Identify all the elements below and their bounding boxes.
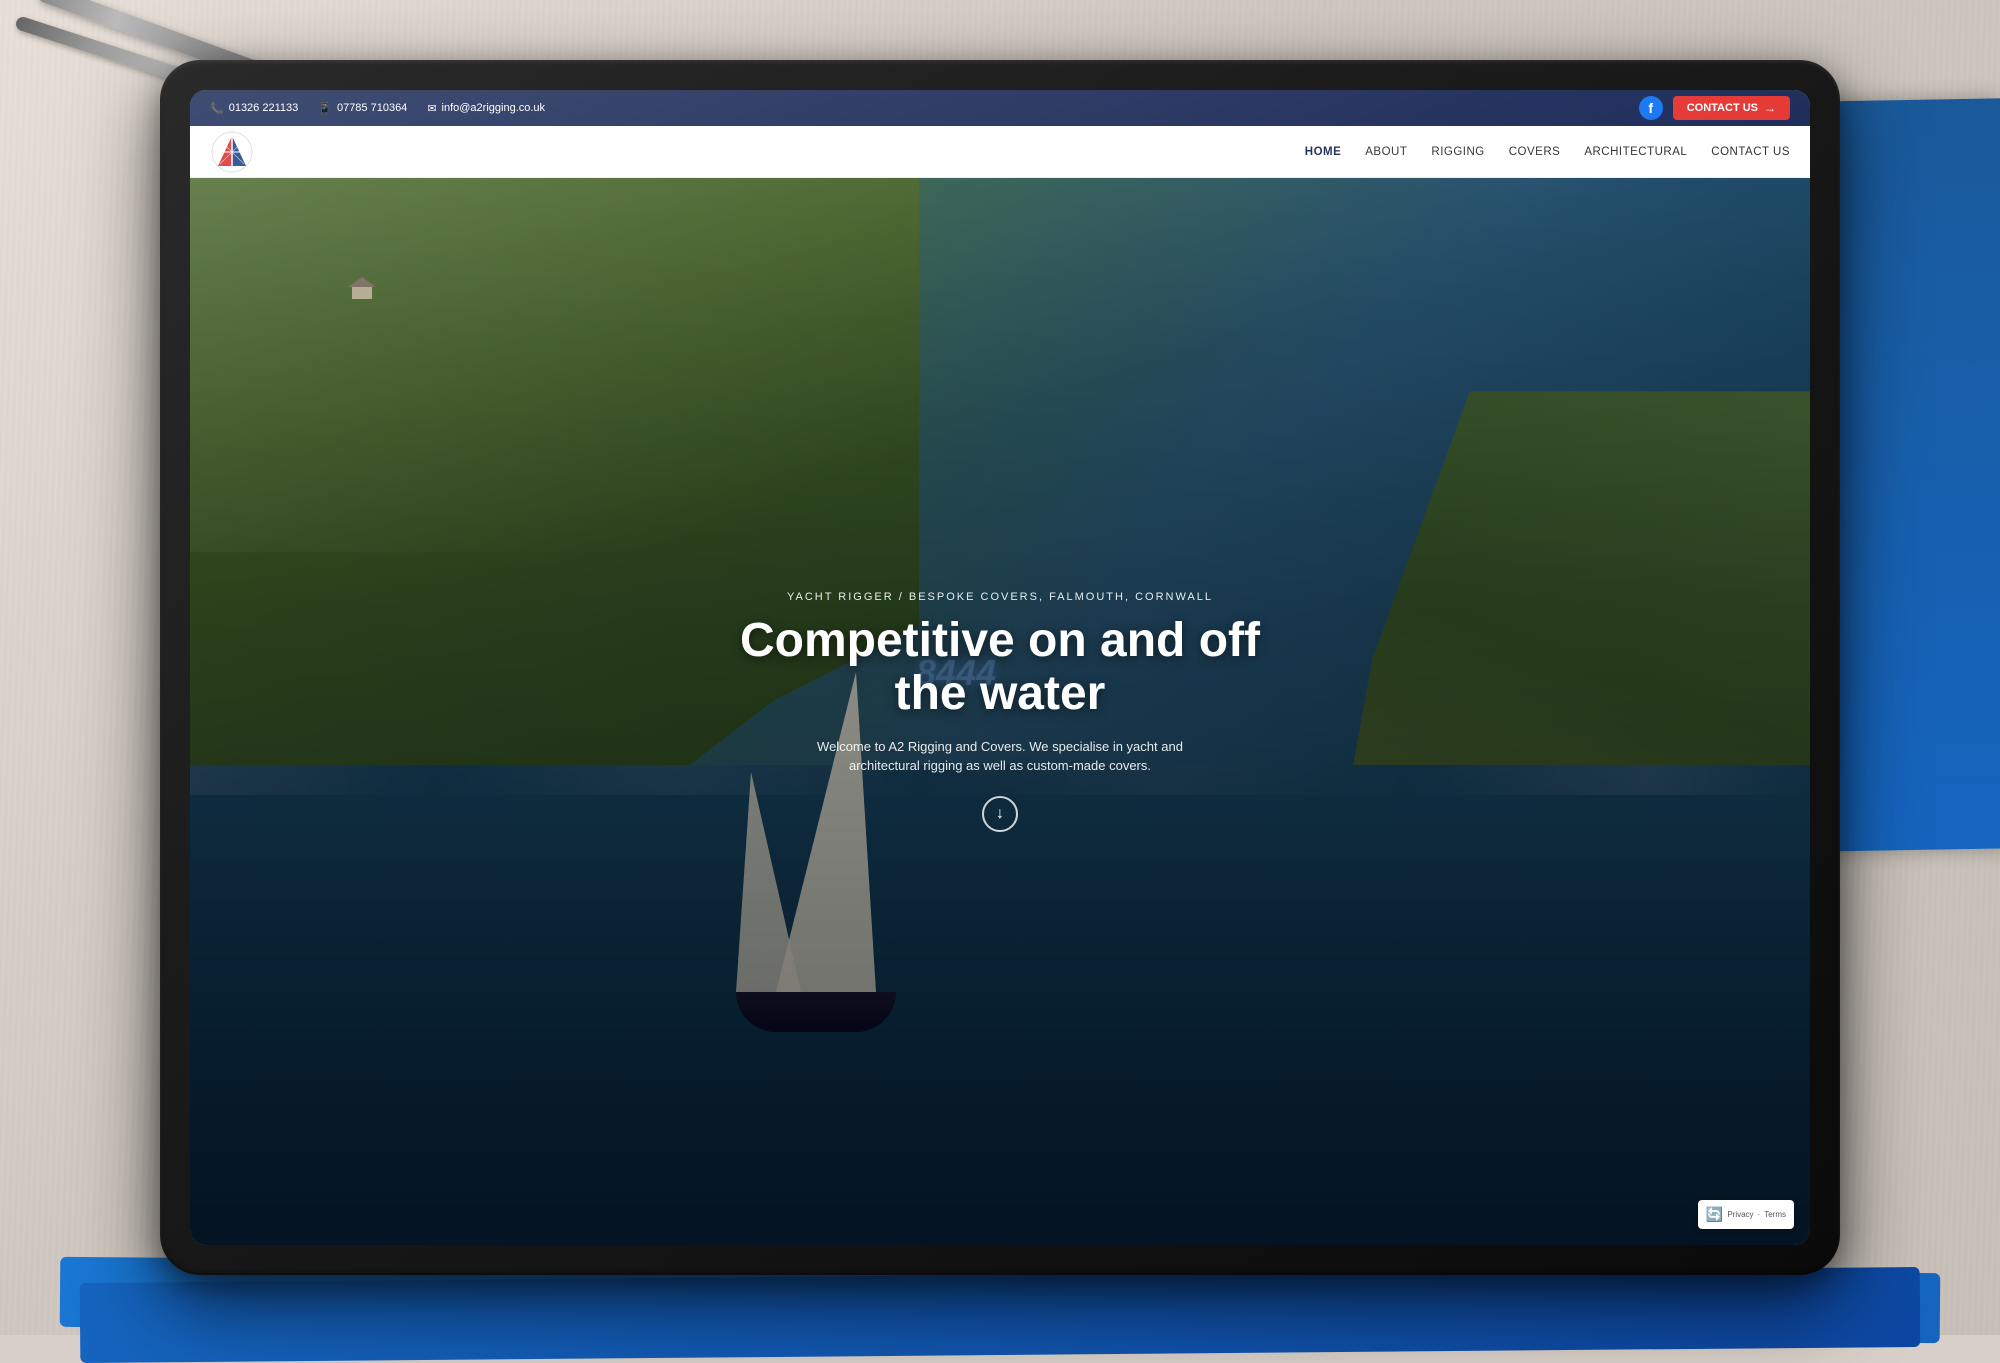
nav-contact[interactable]: CONTACT US: [1711, 146, 1790, 158]
mobile-icon: [318, 102, 332, 115]
recaptcha-icon: 🔄: [1706, 1206, 1723, 1223]
recaptcha-privacy: Privacy: [1727, 1210, 1753, 1219]
contact-btn-label: CONTACT US: [1687, 102, 1758, 114]
website-content: 01326 221133 07785 710364 info@a2rigging…: [190, 90, 1810, 1245]
phone-icon: [210, 102, 224, 115]
mobile-item: 07785 710364: [318, 102, 407, 115]
top-bar-left: 01326 221133 07785 710364 info@a2rigging…: [210, 102, 545, 115]
top-bar: 01326 221133 07785 710364 info@a2rigging…: [190, 90, 1810, 126]
scroll-down-button[interactable]: ↓: [982, 796, 1018, 832]
nav-bar: HOME ABOUT RIGGING COVERS ARCHITECTURAL …: [190, 126, 1810, 178]
hero-subtitle: YACHT RIGGER / BESPOKE COVERS, FALMOUTH,…: [787, 591, 1213, 603]
nav-rigging[interactable]: RIGGING: [1431, 146, 1484, 158]
nav-architectural[interactable]: ARCHITECTURAL: [1584, 146, 1687, 158]
top-bar-right: f CONTACT US: [1639, 96, 1790, 120]
nav-covers[interactable]: COVERS: [1509, 146, 1561, 158]
email-address: info@a2rigging.co.uk: [442, 102, 546, 114]
phone-number: 01326 221133: [229, 102, 299, 114]
hero-content: YACHT RIGGER / BESPOKE COVERS, FALMOUTH,…: [190, 178, 1810, 1245]
recaptcha-terms: Terms: [1764, 1210, 1786, 1219]
arrow-icon: [1764, 101, 1776, 115]
hero-description: Welcome to A2 Rigging and Covers. We spe…: [790, 737, 1210, 776]
email-icon: [427, 102, 436, 115]
facebook-icon[interactable]: f: [1639, 96, 1663, 120]
tablet-screen: 01326 221133 07785 710364 info@a2rigging…: [190, 90, 1810, 1245]
nav-about[interactable]: ABOUT: [1365, 146, 1407, 158]
nav-links: HOME ABOUT RIGGING COVERS ARCHITECTURAL …: [1305, 146, 1790, 158]
phone-item: 01326 221133: [210, 102, 298, 115]
hero-title: Competitive on and off the water: [700, 615, 1300, 721]
email-item: info@a2rigging.co.uk: [427, 102, 545, 115]
mobile-number: 07785 710364: [337, 102, 407, 114]
recaptcha-separator: ·: [1758, 1210, 1761, 1219]
contact-us-button[interactable]: CONTACT US: [1673, 96, 1790, 120]
nav-home[interactable]: HOME: [1305, 146, 1342, 158]
tablet-frame: 01326 221133 07785 710364 info@a2rigging…: [160, 60, 1840, 1275]
logo-area: [210, 130, 254, 174]
scroll-icon: ↓: [996, 805, 1004, 823]
recaptcha-badge: 🔄 Privacy · Terms: [1698, 1200, 1794, 1229]
logo-svg: [210, 130, 254, 174]
hero-section: 8444 YACHT RIGGER / BESPOKE COVERS, FALM…: [190, 178, 1810, 1245]
bottom-book-1: [80, 1267, 1921, 1363]
